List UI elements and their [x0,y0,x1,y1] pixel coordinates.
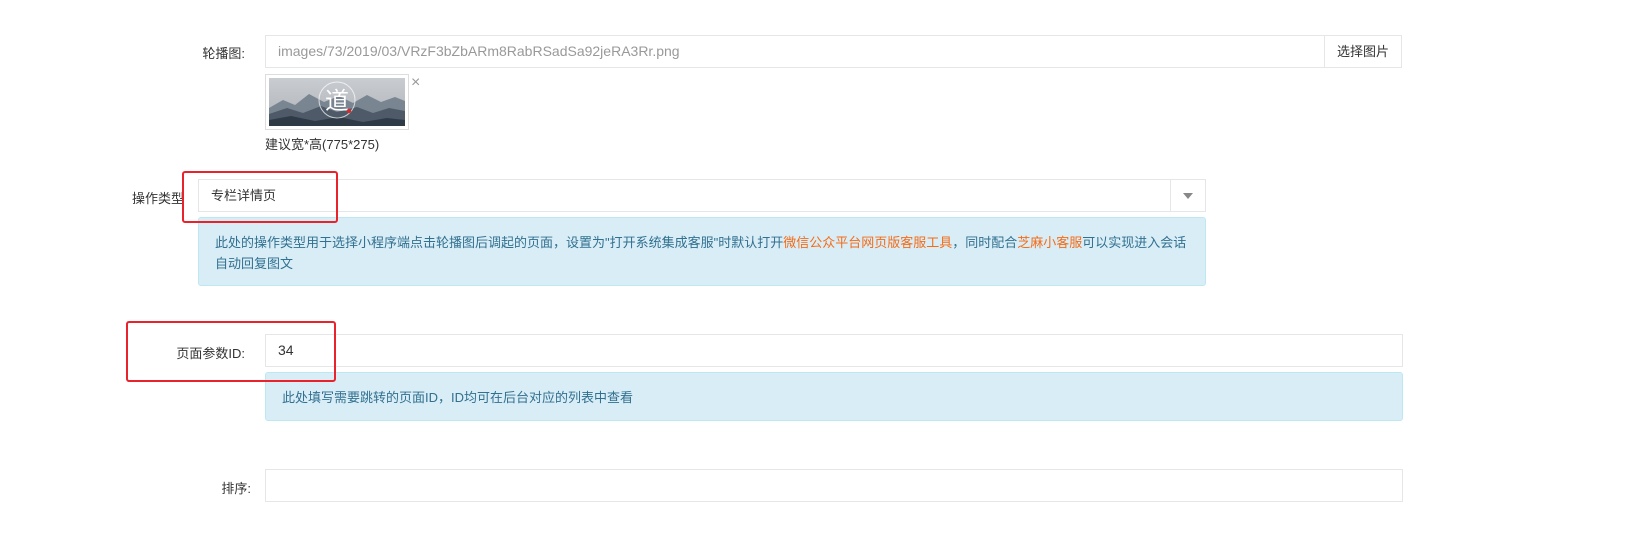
operation-type-help-prefix: 此处的操作类型用于选择小程序端点击轮播图后调起的页面，设置为"打开系统集成客服"… [215,235,784,250]
sort-input[interactable] [265,469,1403,502]
carousel-edit-form: 轮播图: images/73/2019/03/VRzF3bZbARm8RabRS… [0,0,1634,551]
page-param-help: 此处填写需要跳转的页面ID，ID均可在后台对应的列表中查看 [265,372,1403,421]
page-param-help-text: 此处填写需要跳转的页面ID，ID均可在后台对应的列表中查看 [282,390,634,405]
carousel-thumbnail: 道 [265,74,409,130]
chevron-down-icon[interactable] [1170,180,1205,211]
page-param-id-input[interactable]: 34 [265,334,1403,367]
thumbnail-calligraphy: 道 [325,87,349,115]
zhima-kf-link[interactable]: 芝麻小客服 [1017,235,1082,250]
operation-type-select[interactable]: 专栏详情页 [198,179,1206,212]
image-size-hint: 建议宽*高(775*275) [265,137,380,152]
operation-type-help: 此处的操作类型用于选择小程序端点击轮播图后调起的页面，设置为"打开系统集成客服"… [198,217,1206,286]
sort-label: 排序: [221,481,251,496]
remove-image-icon[interactable]: × [411,75,420,91]
wechat-kf-tool-link[interactable]: 微信公众平台网页版客服工具 [783,235,952,250]
operation-type-help-middle: ，同时配合 [952,235,1018,250]
mountain-landscape-image: 道 [269,78,405,126]
choose-image-button[interactable]: 选择图片 [1324,35,1402,68]
operation-type-selected-value: 专栏详情页 [211,188,277,203]
page-param-id-label: 页面参数ID: [176,346,245,361]
operation-type-label: 操作类型 [131,191,184,206]
carousel-label: 轮播图: [202,46,245,61]
carousel-image-path-input[interactable]: images/73/2019/03/VRzF3bZbARm8RabRSadSa9… [265,35,1325,68]
